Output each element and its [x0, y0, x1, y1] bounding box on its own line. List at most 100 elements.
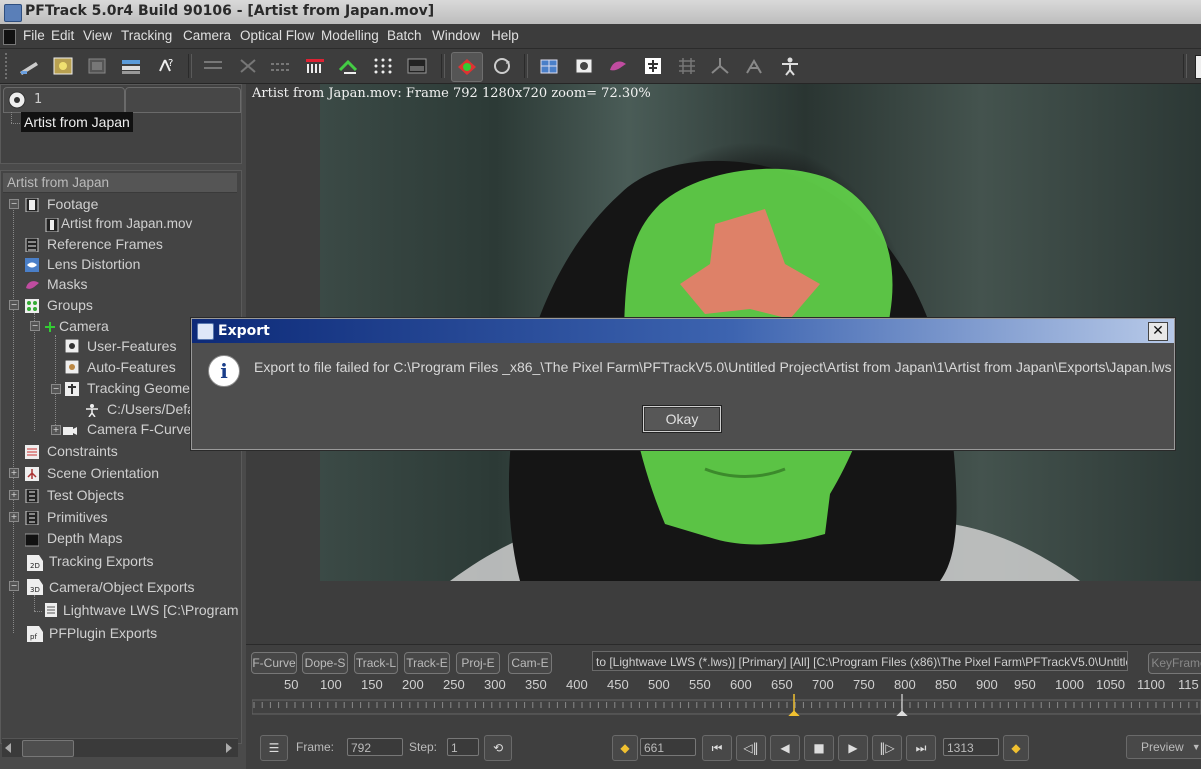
go-to-start-icon[interactable]: ⏮	[702, 735, 732, 761]
stop-icon[interactable]: ■	[804, 735, 834, 761]
mesh-icon[interactable]	[673, 52, 701, 80]
expand-scene-orientation[interactable]: +	[9, 468, 19, 478]
frame-field[interactable]: 792	[347, 738, 403, 756]
expand-primitives[interactable]: +	[9, 512, 19, 522]
toolbar-grip[interactable]	[5, 53, 10, 79]
projection-editor-button[interactable]: Proj-E	[456, 652, 500, 674]
track-editor-button[interactable]: Track-E	[404, 652, 450, 674]
menu-tracking[interactable]: Tracking	[121, 28, 172, 43]
menu-edit[interactable]: Edit	[51, 28, 74, 43]
scroll-left-icon[interactable]	[5, 743, 11, 753]
menu-optical-flow[interactable]: Optical Flow	[240, 28, 314, 43]
next-key-icon[interactable]: ‖▷	[872, 735, 902, 761]
tree-horizontal-scrollbar[interactable]	[2, 738, 238, 757]
merge-icon[interactable]	[335, 52, 363, 80]
expand-test-objects[interactable]: +	[9, 490, 19, 500]
scroll-right-icon[interactable]	[226, 743, 232, 753]
menu-camera[interactable]: Camera	[183, 28, 231, 43]
tree-node-lens-distortion[interactable]: Lens Distortion	[47, 254, 140, 274]
timeline-ruler[interactable]	[252, 694, 1201, 716]
export-path-field[interactable]: to [Lightwave LWS (*.lws)] [Primary] [Al…	[592, 651, 1128, 671]
tree-node-scene-orientation[interactable]: Scene Orientation	[47, 463, 159, 483]
grid-icon[interactable]	[369, 52, 397, 80]
expand-groups[interactable]: −	[9, 300, 19, 310]
rotate-icon[interactable]	[488, 52, 516, 80]
keyframe-button[interactable]: KeyFrame	[1148, 652, 1201, 674]
tree-node-lightwave-export[interactable]: Lightwave LWS [C:\Program F	[63, 600, 241, 620]
start-key-icon[interactable]: ◆	[612, 735, 638, 761]
scrollbar-thumb[interactable]	[22, 740, 74, 757]
clip-icon[interactable]	[49, 52, 77, 80]
tab-2[interactable]	[125, 87, 241, 113]
tree-node-primitives[interactable]: Primitives	[47, 507, 108, 527]
dialog-title-bar[interactable]: Export ✕	[192, 319, 1174, 343]
track-b-icon[interactable]	[234, 52, 262, 80]
end-key-icon[interactable]: ◆	[1003, 735, 1029, 761]
tree-node-movie[interactable]: Artist from Japan.mov	[61, 214, 192, 234]
loop-icon[interactable]: ⟲	[484, 735, 512, 761]
tree-node-pfplugin-exports[interactable]: PFPlugin Exports	[49, 623, 157, 643]
expand-camera-fcurves[interactable]: +	[51, 425, 61, 435]
image-icon[interactable]	[403, 52, 431, 80]
timeline-menu-icon[interactable]: ☰	[260, 735, 288, 761]
expand-tracking-geometry[interactable]: −	[51, 384, 61, 394]
tree-node-camera-fcurves[interactable]: Camera F-Curves	[87, 419, 198, 439]
camera-editor-button[interactable]: Cam-E	[508, 652, 552, 674]
go-to-end-icon[interactable]: ⏭	[906, 735, 936, 761]
brush-icon[interactable]	[604, 52, 632, 80]
preview-dropdown[interactable]: Preview ▼	[1126, 735, 1201, 759]
help-icon[interactable]: ?	[152, 52, 180, 80]
import-icon[interactable]	[15, 52, 43, 80]
step-field[interactable]: 1	[447, 738, 479, 756]
frame-label: Frame:	[296, 740, 335, 754]
prev-key-icon[interactable]: ◁‖	[736, 735, 766, 761]
tree-node-constraints[interactable]: Constraints	[47, 441, 118, 461]
okay-button[interactable]: Okay	[643, 406, 721, 432]
tree-node-depth-maps[interactable]: Depth Maps	[47, 528, 122, 548]
layers-icon[interactable]	[117, 52, 145, 80]
axis-icon[interactable]	[706, 52, 734, 80]
tree-node-masks[interactable]: Masks	[47, 274, 87, 294]
track-list-button[interactable]: Track-L	[354, 652, 398, 674]
menu-window[interactable]: Window	[432, 28, 480, 43]
clip-list-item[interactable]: Artist from Japan	[21, 112, 133, 132]
tree-icon[interactable]	[639, 52, 667, 80]
app-menu-icon[interactable]	[3, 29, 16, 45]
fcurve-button[interactable]: F-Curve	[251, 652, 297, 674]
menu-help[interactable]: Help	[491, 28, 519, 43]
tree-node-test-objects[interactable]: Test Objects	[47, 485, 124, 505]
tree-node-auto-features[interactable]: Auto-Features	[87, 357, 176, 377]
expand-camera-exports[interactable]: −	[9, 581, 19, 591]
menu-modelling[interactable]: Modelling	[321, 28, 379, 43]
close-icon[interactable]: ✕	[1148, 322, 1168, 341]
gear-icon[interactable]	[570, 52, 598, 80]
node-selected-icon[interactable]	[451, 52, 483, 82]
play-backward-icon[interactable]: ◀	[770, 735, 800, 761]
toolbar-overflow[interactable]	[1195, 55, 1201, 79]
tree-node-reference-frames[interactable]: Reference Frames	[47, 234, 163, 254]
tree-node-footage[interactable]: Footage	[47, 194, 98, 214]
menu-file[interactable]: File	[23, 28, 45, 43]
menu-view[interactable]: View	[83, 28, 112, 43]
range-start-field[interactable]: 661	[640, 738, 696, 756]
pose-icon[interactable]	[740, 52, 768, 80]
range-end-field[interactable]: 1313	[943, 738, 999, 756]
tree-node-tracking-exports[interactable]: Tracking Exports	[49, 551, 154, 571]
expand-camera[interactable]: −	[30, 321, 40, 331]
dope-sheet-button[interactable]: Dope-S	[302, 652, 348, 674]
track-c-icon[interactable]	[266, 52, 294, 80]
tree-node-camera-object-exports[interactable]: Camera/Object Exports	[49, 577, 195, 597]
expand-footage[interactable]: −	[9, 199, 19, 209]
tree-node-camera[interactable]: Camera	[59, 316, 109, 336]
menu-batch[interactable]: Batch	[387, 28, 422, 43]
figure-icon[interactable]	[776, 52, 804, 80]
frames-icon[interactable]	[301, 52, 329, 80]
tree-node-groups[interactable]: Groups	[47, 295, 93, 315]
cube-icon[interactable]	[535, 52, 563, 80]
film-icon[interactable]	[83, 52, 111, 80]
tab-1[interactable]: 1	[3, 87, 125, 113]
track-a-icon[interactable]	[199, 52, 227, 80]
tree-node-user-features[interactable]: User-Features	[87, 336, 176, 356]
play-forward-icon[interactable]: ▶	[838, 735, 868, 761]
tree-node-tracking-geometry[interactable]: Tracking Geometry	[87, 378, 206, 398]
